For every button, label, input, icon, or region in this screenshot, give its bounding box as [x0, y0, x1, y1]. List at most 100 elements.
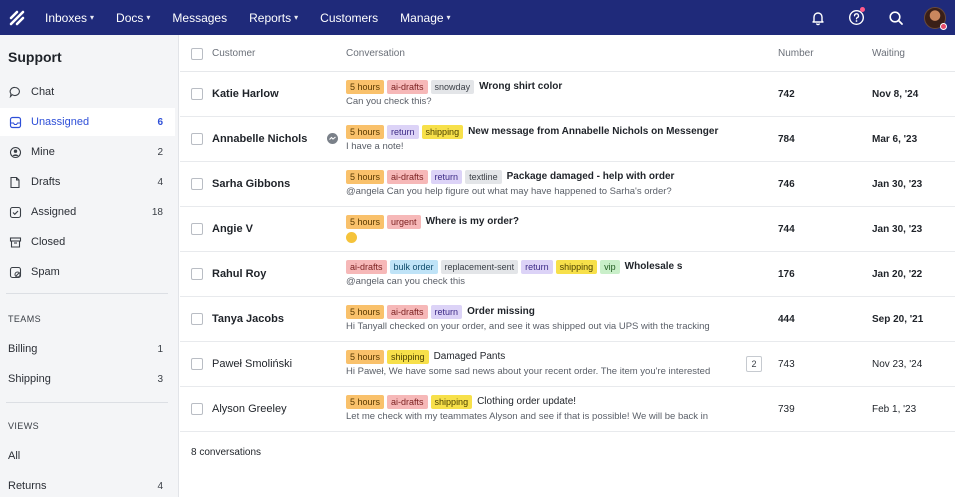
waiting-date: Nov 23, '24 [872, 359, 923, 370]
conversation-cell[interactable]: 5 hours ai-drafts snowday Wrong shirt color… [346, 79, 721, 107]
helpscout-logo-icon[interactable] [0, 0, 34, 35]
conversation-cell[interactable]: 5 hours ai-drafts return Order missing Hi Ta… [346, 304, 721, 332]
tag-badge[interactable]: ai-drafts [387, 394, 428, 409]
table-row[interactable]: Sarha Gibbons 5 hours ai-drafts return textl… [180, 162, 955, 207]
customer-name[interactable]: Angie V [212, 223, 253, 235]
customer-name[interactable]: Katie Harlow [212, 88, 279, 100]
tag-badge[interactable]: shipping [555, 259, 598, 274]
nav-customers[interactable]: Customers [309, 0, 389, 35]
waiting-date: Feb 1, '23 [872, 404, 917, 415]
nav-reports[interactable]: Reports ▾ [238, 0, 309, 35]
column-header-waiting[interactable]: Waiting [872, 48, 905, 59]
table-row[interactable]: Tanya Jacobs 5 hours ai-drafts return Order … [180, 297, 955, 342]
tag-badge[interactable]: return [521, 259, 553, 274]
emoji-preview [346, 232, 721, 243]
tag-badge[interactable]: return [387, 124, 419, 139]
row-checkbox[interactable] [191, 133, 203, 145]
tag-badge[interactable]: 5 hours [346, 349, 385, 364]
tag-badge[interactable]: shipping [387, 349, 429, 364]
conversation-preview: Can you check this? [346, 96, 432, 107]
conversation-list: Customer Conversation Number Waiting Kat… [180, 35, 955, 497]
table-row[interactable]: Annabelle Nichols 5 hours return shipping Ne… [180, 117, 955, 162]
select-all-checkbox[interactable] [191, 48, 203, 60]
conversation-subject: Package damaged - help with order [506, 171, 675, 182]
row-checkbox[interactable] [191, 88, 203, 100]
nav-label: Reports [249, 10, 292, 25]
table-row[interactable]: Angie V 5 hours urgent Where is my order? 74… [180, 207, 955, 252]
sidebar-item-mine[interactable]: Mine 2 [0, 138, 175, 166]
conversation-cell[interactable]: 5 hours ai-drafts shipping Clothing order u… [346, 394, 721, 422]
sidebar-item-unassigned[interactable]: Unassigned 6 [0, 108, 175, 136]
tag-badge[interactable]: return [430, 169, 463, 184]
column-header-customer[interactable]: Customer [212, 48, 255, 59]
row-checkbox[interactable] [191, 178, 203, 190]
row-checkbox[interactable] [191, 223, 203, 235]
tag-badge[interactable]: textline [465, 169, 502, 184]
tag-badge[interactable]: 5 hours [346, 394, 385, 409]
customer-name[interactable]: Annabelle Nichols [212, 133, 307, 145]
row-checkbox[interactable] [191, 268, 203, 280]
nav-inboxes[interactable]: Inboxes ▾ [34, 0, 105, 35]
thinking-emoji-icon [346, 232, 357, 243]
nav-manage[interactable]: Manage ▾ [389, 0, 461, 35]
sidebar-item-returns[interactable]: Returns 4 [0, 472, 175, 497]
tag-badge[interactable]: vip [600, 259, 620, 274]
tag-badge[interactable]: bulk order [389, 259, 438, 274]
customer-name[interactable]: Alyson Greeley [212, 403, 287, 415]
bell-icon[interactable] [798, 0, 837, 35]
tag-badge[interactable]: urgent [387, 214, 421, 229]
nav-messages[interactable]: Messages [161, 0, 238, 35]
customer-name[interactable]: Paweł Smoliński [212, 358, 292, 370]
sidebar-item-all[interactable]: All [0, 442, 175, 470]
tag-badge[interactable]: 5 hours [346, 214, 385, 229]
sidebar-item-shipping[interactable]: Shipping 3 [0, 365, 175, 393]
row-checkbox[interactable] [191, 403, 203, 415]
conversation-cell[interactable]: 5 hours ai-drafts return textline Package da… [346, 169, 721, 197]
customer-name[interactable]: Sarha Gibbons [212, 178, 290, 190]
table-row[interactable]: Alyson Greeley 5 hours ai-drafts shipping Cl… [180, 387, 955, 432]
conversation-cell[interactable]: ai-drafts bulk order replacement-sent retur… [346, 259, 721, 287]
nav-docs[interactable]: Docs ▾ [105, 0, 161, 35]
conversation-subject: New message from Annabelle Nichols on Me… [468, 126, 719, 137]
sidebar-item-billing[interactable]: Billing 1 [0, 335, 175, 363]
tag-badge[interactable]: return [430, 304, 463, 319]
tag-badge[interactable]: ai-drafts [346, 259, 387, 274]
sidebar-item-drafts[interactable]: Drafts 4 [0, 168, 175, 196]
search-icon[interactable] [876, 0, 915, 35]
tag-badge[interactable]: ai-drafts [387, 79, 428, 94]
conversation-cell[interactable]: 5 hours return shipping New message from An… [346, 124, 721, 152]
table-row[interactable]: Rahul Roy ai-drafts bulk order replacement-… [180, 252, 955, 297]
tag-badge[interactable]: 5 hours [346, 79, 385, 94]
tag-badge[interactable]: 5 hours [346, 304, 385, 319]
conversation-cell[interactable]: 5 hours shipping Damaged Pants Hi Paweł, We… [346, 349, 721, 377]
sidebar-item-assigned[interactable]: Assigned 18 [0, 198, 175, 226]
chevron-down-icon: ▾ [90, 13, 95, 22]
table-row[interactable]: Katie Harlow 5 hours ai-drafts snowday Wrong… [180, 72, 955, 117]
row-checkbox[interactable] [191, 358, 203, 370]
conversation-header: 5 hours shipping Damaged Pants [346, 349, 721, 364]
column-header-number[interactable]: Number [778, 48, 814, 59]
status-dot [940, 22, 947, 30]
customer-name[interactable]: Rahul Roy [212, 268, 266, 280]
sidebar-item-spam[interactable]: Spam [0, 258, 175, 286]
tag-badge[interactable]: 5 hours [346, 169, 385, 184]
tag-badge[interactable]: replacement-sent [440, 259, 519, 274]
tag-badge[interactable]: ai-drafts [387, 169, 428, 184]
table-row[interactable]: Paweł Smoliński 5 hours shipping Damaged Pa… [180, 342, 955, 387]
sidebar-item-closed[interactable]: Closed [0, 228, 175, 256]
tag-badge[interactable]: snowday [430, 79, 475, 94]
user-avatar-button[interactable] [915, 0, 955, 35]
column-header-conversation[interactable]: Conversation [346, 48, 405, 59]
sidebar-item-chat[interactable]: Chat [0, 78, 175, 106]
help-icon[interactable] [837, 0, 876, 35]
tag-badge[interactable]: shipping [421, 124, 464, 139]
waiting-date: Jan 20, '22 [872, 269, 923, 280]
tag-badge[interactable]: shipping [430, 394, 473, 409]
customer-name[interactable]: Tanya Jacobs [212, 313, 284, 325]
conversation-cell[interactable]: 5 hours urgent Where is my order? [346, 214, 721, 243]
conversation-subject: Clothing order update! [477, 396, 577, 407]
waiting-date: Jan 30, '23 [872, 224, 923, 235]
tag-badge[interactable]: 5 hours [346, 124, 385, 139]
row-checkbox[interactable] [191, 313, 203, 325]
tag-badge[interactable]: ai-drafts [387, 304, 428, 319]
